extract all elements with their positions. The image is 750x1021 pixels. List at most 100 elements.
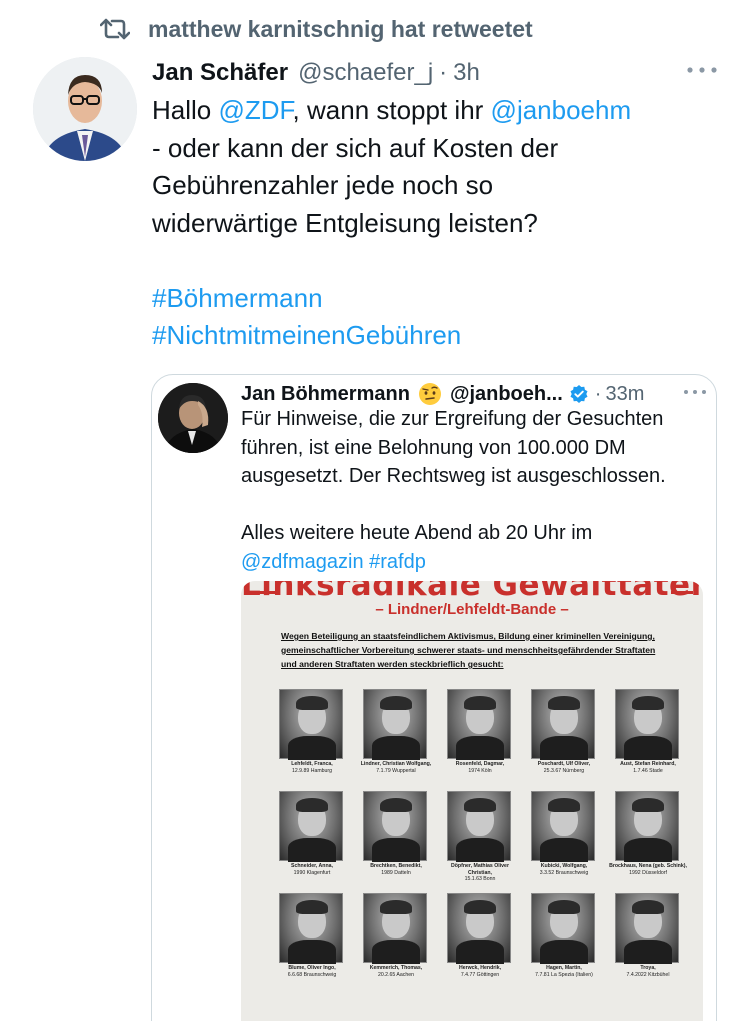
hashtag-nichtmitmeinengebuehren[interactable]: #NichtmitmeinenGebühren — [152, 317, 722, 355]
portrait-detail: 20.2.65 Aachen — [377, 971, 415, 978]
quoted-text-line: @zdfmagazin #rafdp — [241, 548, 711, 577]
portrait-name: Herwck, Hendrik, — [458, 965, 502, 971]
portrait-caption: Lindner, Christian Wolfgang, 7.1.79 Wuppe… — [357, 761, 435, 774]
portrait-detail: 7.7.81 La Spezia (Italien) — [535, 971, 593, 978]
author-name[interactable]: Jan Schäfer — [152, 59, 288, 87]
portrait-photo — [615, 689, 679, 760]
poster-notice-line: Wegen Beteiligung an staatsfeindlichem A… — [281, 631, 655, 641]
quoted-author-avatar[interactable] — [158, 383, 228, 453]
portrait-detail: 15.1.63 Bonn — [464, 876, 496, 882]
portrait-photo — [615, 791, 679, 862]
portrait-detail: 1974 Köln — [468, 767, 492, 774]
mention-janboehm[interactable]: @janboehm — [491, 95, 632, 125]
portrait-caption: Kubicki, Wolfgang, 3.3.52 Braunschweig — [525, 863, 603, 876]
quoted-text-line: führen, ist eine Belohnung von 100.000 D… — [241, 436, 626, 459]
author-avatar[interactable] — [33, 57, 137, 161]
more-horizontal-icon[interactable] — [682, 385, 708, 399]
portrait-detail: 1989 Datteln — [381, 869, 411, 876]
portrait-photo — [531, 689, 595, 760]
portrait-name: Aust, Stefan Reinhard, — [620, 761, 676, 767]
portrait-caption: Brechtken, Benedikt, 1989 Datteln — [357, 863, 435, 876]
poster-subtitle: – Lindner/Lehfeldt-Bande – — [375, 601, 569, 618]
tweet-header: Jan Schäfer @schaefer_j · 3h — [152, 56, 720, 90]
portrait-detail: 12.9.89 Hamburg — [291, 767, 333, 774]
quoted-text-line: ausgesetzt. Der Rechtsweg ist ausgeschlo… — [241, 465, 666, 487]
wanted-portrait: Kemmerich, Thomas, 20.2.65 Aachen — [357, 893, 441, 987]
tweet-timestamp[interactable]: 3h — [453, 59, 480, 87]
portrait-name: Brechtken, Benedikt, — [370, 863, 422, 869]
tweet-text-line: widerwärtige Entgleisung leisten? — [152, 207, 538, 238]
retweet-indicator: matthew karnitschnig hat retweetet — [100, 14, 533, 44]
portrait-caption: Blume, Oliver Ingo, 6.6.68 Braunschweig — [273, 965, 351, 978]
portrait-detail: 7.1.79 Wuppertal — [376, 767, 416, 774]
portrait-name: Brockhaus, Nena (geb. Schink), — [609, 863, 687, 869]
wanted-portrait: Herwck, Hendrik, 7.4.77 Göttingen — [441, 893, 525, 987]
quoted-tweet-timestamp[interactable]: 33m — [605, 383, 644, 406]
portrait-photo — [363, 791, 427, 862]
hashtag-rafdp[interactable]: #rafdp — [369, 551, 426, 573]
portrait-photo — [531, 791, 595, 862]
wanted-portrait: Kubicki, Wolfgang, 3.3.52 Braunschweig — [525, 791, 609, 885]
wanted-portrait: Lindner, Christian Wolfgang, 7.1.79 Wuppe… — [357, 689, 441, 783]
mention-zdfmagazin[interactable]: @zdfmagazin — [241, 551, 364, 573]
portrait-caption: Hagen, Martin, 7.7.81 La Spezia (Italien) — [525, 965, 603, 978]
portrait-name: Kemmerich, Thomas, — [369, 965, 423, 971]
wanted-portrait: Blume, Oliver Ingo, 6.6.68 Braunschweig — [273, 893, 357, 987]
portrait-name: Hagen, Martin, — [546, 965, 582, 971]
portrait-photo — [279, 893, 343, 964]
portrait-photo — [363, 689, 427, 760]
quoted-author-name[interactable]: Jan Böhmermann — [241, 383, 410, 406]
portrait-caption: Rosenfeld, Dagmar, 1974 Köln — [441, 761, 519, 774]
wanted-portrait: Brockhaus, Nena (geb. Schink), 1992 Düsse… — [609, 791, 693, 885]
verified-badge-icon — [570, 385, 588, 403]
wanted-portrait: Schneider, Anna, 1990 Klagenfurt — [273, 791, 357, 885]
portrait-name: Schneider, Anna, — [291, 863, 333, 869]
portrait-name: Döpfner, Mathias Oliver Christian, — [451, 863, 509, 876]
portrait-name: Kubicki, Wolfgang, — [540, 863, 588, 869]
tweet-text-line: Gebührenzahler jede noch so — [152, 170, 494, 200]
portrait-caption: Lehfeldt, Franca, 12.9.89 Hamburg — [273, 761, 351, 774]
quoted-text-line: Für Hinweise, die zur Ergreifung der Ges… — [241, 408, 664, 430]
wanted-portrait: Troya, 7.4.2022 Kitzbühel — [609, 893, 693, 987]
text-span: , wann stoppt ihr — [292, 95, 491, 125]
separator-dot: · — [439, 59, 448, 86]
hashtag-boehmermann[interactable]: #Böhmermann — [152, 280, 722, 318]
mention-zdf[interactable]: @ZDF — [218, 95, 292, 125]
portrait-photo — [447, 689, 511, 760]
quoted-author-handle[interactable]: @janboeh... — [450, 383, 563, 406]
portrait-name: Poschardt, Ulf Oliver, — [537, 761, 591, 767]
tweet-text: Hallo @ZDF, wann stoppt ihr @janboehm - … — [152, 92, 722, 355]
tweet-text-line: Hallo @ZDF, wann stoppt ihr @janboehm — [152, 92, 722, 130]
wanted-portrait: Hagen, Martin, 7.7.81 La Spezia (Italien) — [525, 893, 609, 987]
wanted-poster-image[interactable]: Linksradikale Gewalttäter – Lindner/Lehf… — [241, 581, 703, 1021]
portrait-name: Lindner, Christian Wolfgang, — [360, 761, 432, 767]
retweet-text[interactable]: matthew karnitschnig hat retweetet — [148, 16, 533, 43]
portrait-detail: 7.4.77 Göttingen — [460, 971, 500, 978]
poster-title: Linksradikale Gewalttäter — [241, 581, 703, 603]
raised-eyebrow-emoji-icon — [418, 383, 441, 405]
wanted-portrait: Poschardt, Ulf Oliver, 25.3.67 Nürnberg — [525, 689, 609, 783]
portrait-caption: Aust, Stefan Reinhard, 1.7.46 Stade — [609, 761, 687, 774]
tweet-text-line: - oder kann der sich auf Kosten der — [152, 132, 559, 163]
portrait-detail: 7.4.2022 Kitzbühel — [626, 971, 670, 978]
portrait-detail: 6.6.68 Braunschweig — [287, 971, 337, 978]
author-handle[interactable]: @schaefer_j — [298, 59, 433, 87]
portrait-name: Lehfeldt, Franca, — [291, 761, 333, 767]
quoted-tweet-card[interactable]: Jan Böhmermann @janboeh... · 33m Für Hin… — [151, 374, 717, 1021]
portrait-caption: Troya, 7.4.2022 Kitzbühel — [609, 965, 687, 978]
portrait-photo — [279, 791, 343, 862]
wanted-portrait: Aust, Stefan Reinhard, 1.7.46 Stade — [609, 689, 693, 783]
wanted-portrait: Döpfner, Mathias Oliver Christian, 15.1.6… — [441, 791, 525, 885]
portrait-photo — [363, 893, 427, 964]
poster-portrait-grid: Lehfeldt, Franca, 12.9.89 Hamburg Lindner,… — [273, 689, 693, 987]
retweet-icon — [100, 18, 130, 40]
portrait-caption: Herwck, Hendrik, 7.4.77 Göttingen — [441, 965, 519, 978]
portrait-photo — [279, 689, 343, 760]
portrait-name: Rosenfeld, Dagmar, — [455, 761, 505, 767]
portrait-caption: Poschardt, Ulf Oliver, 25.3.67 Nürnberg — [525, 761, 603, 774]
poster-notice-line: gemeinschaftlicher Vorbereitung schwerer… — [281, 645, 656, 655]
portrait-name: Blume, Oliver Ingo, — [288, 965, 336, 971]
poster-notice-line: und anderen Straftaten werden steckbrief… — [281, 659, 504, 669]
more-horizontal-icon[interactable] — [684, 60, 720, 80]
portrait-photo — [447, 893, 511, 964]
